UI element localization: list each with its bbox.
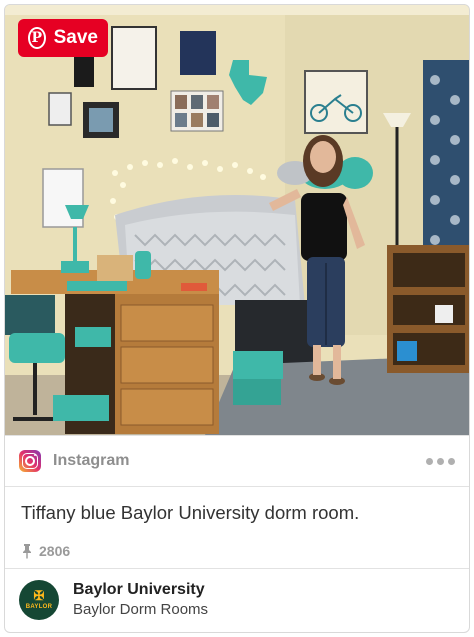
board-owner[interactable]: Baylor University <box>73 580 208 600</box>
avatar[interactable]: ✠ BAYLOR <box>19 580 59 620</box>
pinterest-logo-icon: P <box>28 27 46 49</box>
pin-card: P Save Instagram Tiffany blue Baylor Uni… <box>4 4 470 633</box>
source-row[interactable]: Instagram <box>5 435 469 487</box>
save-button[interactable]: P Save <box>18 19 108 57</box>
save-count-value: 2806 <box>39 543 71 559</box>
instagram-icon <box>19 450 41 472</box>
board-name[interactable]: Baylor Dorm Rooms <box>73 600 208 620</box>
dorm-room-photo <box>5 5 469 435</box>
baylor-logo-icon: ✠ <box>33 588 45 604</box>
save-count: 2806 <box>19 543 70 559</box>
pin-description: Tiffany blue Baylor University dorm room… <box>21 502 360 523</box>
divider <box>5 568 469 569</box>
avatar-wordmark: BAYLOR <box>25 603 53 610</box>
more-options-icon[interactable] <box>426 457 455 465</box>
source-name[interactable]: Instagram <box>53 452 426 470</box>
pin-icon <box>23 544 31 559</box>
board-info[interactable]: ✠ BAYLOR Baylor University Baylor Dorm R… <box>19 580 208 620</box>
pin-image[interactable]: P Save <box>5 5 469 435</box>
save-button-label: Save <box>53 27 98 48</box>
